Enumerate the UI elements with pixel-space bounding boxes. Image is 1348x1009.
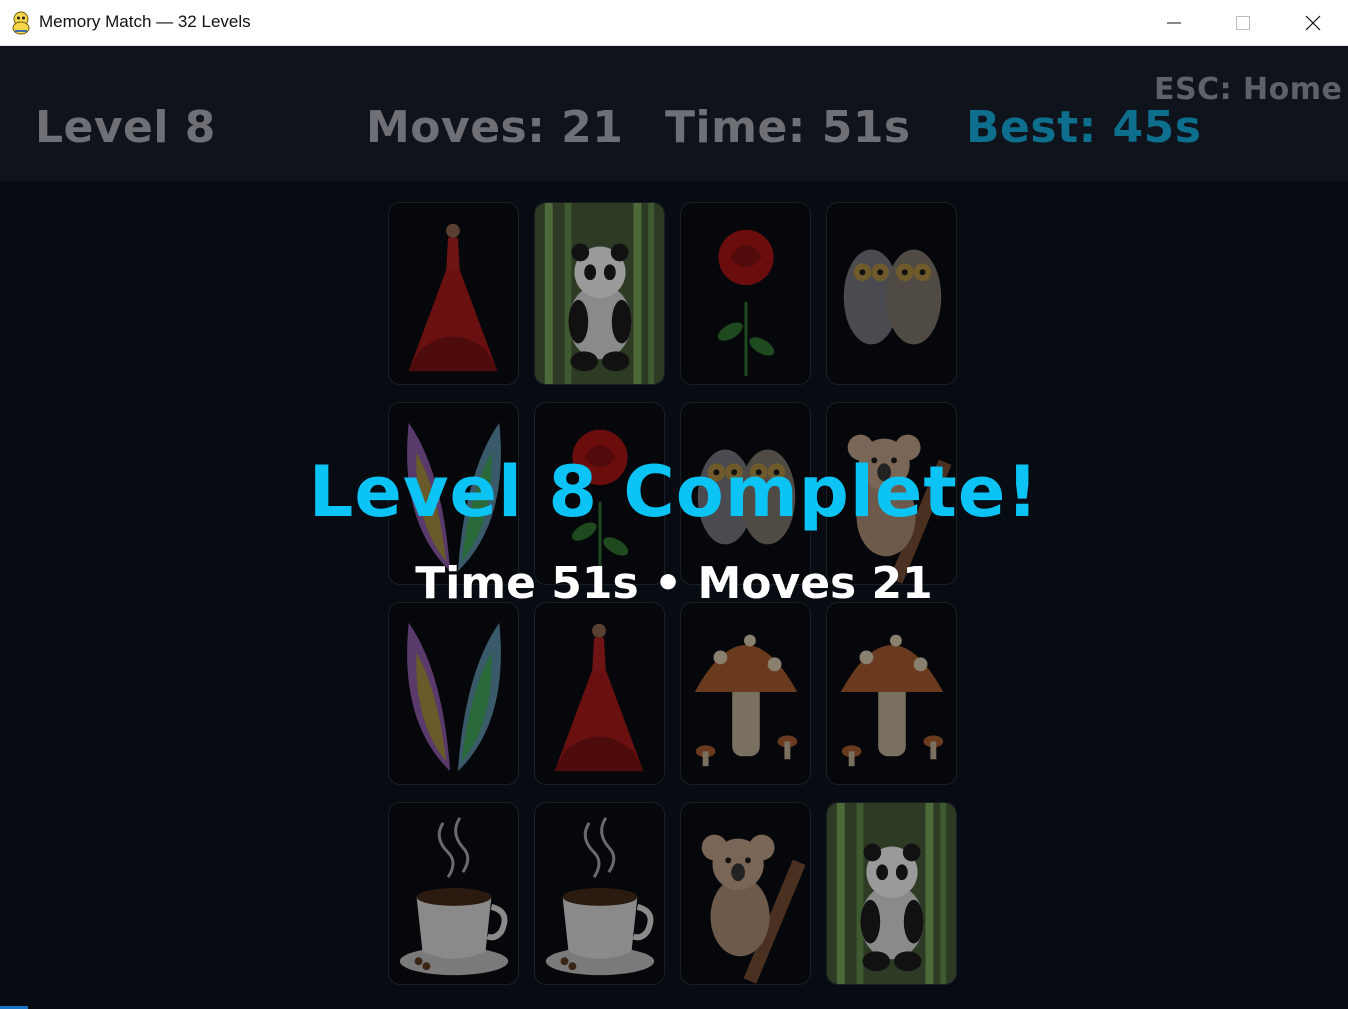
card-panda-bamboo[interactable] <box>826 802 957 985</box>
coffee-cup-icon <box>545 817 655 976</box>
close-icon <box>1305 15 1321 31</box>
mushroom-icon <box>840 634 944 767</box>
card-panda-bamboo[interactable] <box>534 202 665 385</box>
python-snake-icon <box>10 11 32 35</box>
stats-time: Time 51s <box>415 558 639 609</box>
level-complete-title: Level 8 Complete! <box>308 451 1040 533</box>
level-complete-stats: Time 51s • Moves 21 <box>0 558 1348 609</box>
red-gown-lady-icon <box>408 223 498 372</box>
panda-bamboo-icon <box>535 203 664 384</box>
moves-counter: Moves: 21 <box>366 102 624 153</box>
close-button[interactable] <box>1290 0 1336 46</box>
card-red-rose[interactable] <box>680 202 811 385</box>
window-titlebar: Memory Match — 32 Levels <box>0 0 1348 46</box>
time-counter: Time: 51s <box>665 102 911 153</box>
coffee-cup-icon <box>399 817 509 976</box>
card-koala-branch[interactable] <box>680 802 811 985</box>
red-gown-lady-icon <box>554 623 644 772</box>
card-red-gown-lady[interactable] <box>388 202 519 385</box>
card-mushroom[interactable] <box>826 602 957 785</box>
owl-pair-icon <box>843 249 942 345</box>
card-coffee-cup[interactable] <box>388 802 519 985</box>
koala-branch-icon <box>701 834 806 984</box>
maximize-icon <box>1236 16 1250 30</box>
stats-separator: • <box>638 558 698 609</box>
panda-bamboo-icon <box>827 803 956 984</box>
stats-moves: Moves 21 <box>697 558 933 609</box>
mushroom-icon <box>694 634 798 767</box>
card-coffee-cup[interactable] <box>534 802 665 985</box>
minimize-button[interactable] <box>1151 0 1197 46</box>
esc-home-hint[interactable]: ESC: Home <box>1154 72 1342 107</box>
maximize-button[interactable] <box>1220 0 1266 46</box>
minimize-icon <box>1167 22 1181 24</box>
hud-bar: Level 8 Moves: 21 Time: 51s Best: 45s ES… <box>0 46 1348 181</box>
card-mushroom[interactable] <box>680 602 811 785</box>
red-rose-icon <box>717 229 775 377</box>
game-canvas[interactable]: Level 8 Moves: 21 Time: 51s Best: 45s ES… <box>0 46 1348 1009</box>
window-title: Memory Match — 32 Levels <box>39 12 251 31</box>
best-time: Best: 45s <box>966 102 1202 153</box>
card-rainbow-wings[interactable] <box>388 602 519 785</box>
card-owl-pair[interactable] <box>826 202 957 385</box>
level-indicator: Level 8 <box>35 102 216 153</box>
card-red-gown-lady[interactable] <box>534 602 665 785</box>
rainbow-wings-icon <box>407 622 501 772</box>
